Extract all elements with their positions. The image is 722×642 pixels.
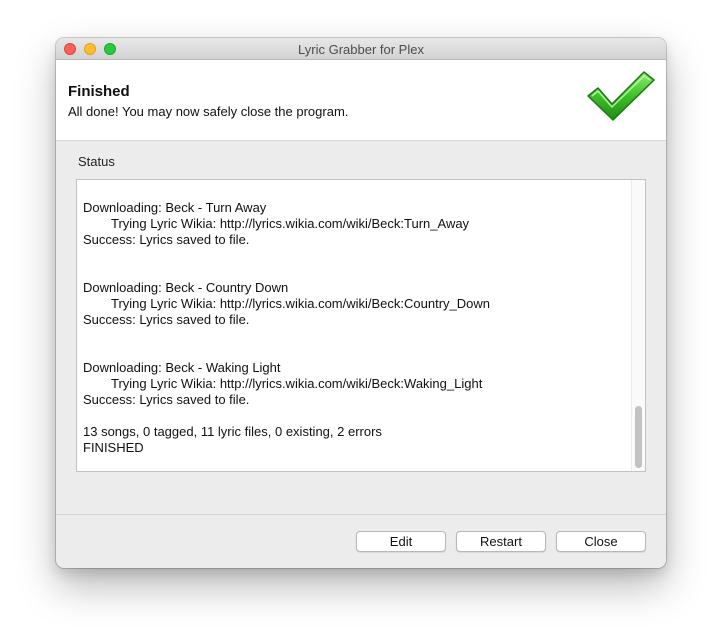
log-line: 13 songs, 0 tagged, 11 lyric files, 0 ex… [83, 424, 382, 439]
header-panel: Finished All done! You may now safely cl… [56, 60, 666, 141]
checkmark-icon [587, 71, 655, 121]
log-line: Trying Lyric Wikia: http://lyrics.wikia.… [111, 376, 483, 391]
log-spacer [83, 408, 629, 424]
log-line: Success: Lyrics saved to file. [83, 232, 250, 247]
title-bar[interactable]: Lyric Grabber for Plex [56, 38, 666, 60]
log-line: FINISHED [83, 440, 144, 455]
log-line: Trying Lyric Wikia: http://lyrics.wikia.… [111, 216, 470, 231]
log-line: Trying Lyric Wikia: http://lyrics.wikia.… [111, 296, 491, 311]
window-title: Lyric Grabber for Plex [298, 42, 424, 57]
log-line: Success: Lyrics saved to file. [83, 312, 250, 327]
close-button[interactable]: Close [556, 531, 646, 552]
footer-divider [56, 514, 666, 515]
log-line: Success: Lyrics saved to file. [83, 392, 250, 407]
log-line: Downloading: Beck - Country Down [83, 280, 289, 295]
page-subtitle: All done! You may now safely close the p… [68, 104, 349, 119]
edit-button[interactable]: Edit [356, 531, 446, 552]
status-log[interactable]: Downloading: Beck - Turn Away Trying Lyri… [76, 179, 646, 472]
log-spacer [83, 328, 629, 360]
log-spacer [83, 248, 629, 280]
status-log-lines: Downloading: Beck - Turn Away Trying Lyri… [83, 200, 629, 456]
status-label: Status [78, 154, 115, 169]
page-title: Finished [68, 83, 130, 100]
log-line: Downloading: Beck - Waking Light [83, 360, 281, 375]
app-window: Lyric Grabber for Plex Finished All done… [56, 38, 666, 568]
log-scrollbar[interactable] [631, 180, 645, 471]
log-line: Downloading: Beck - Turn Away [83, 200, 267, 215]
restart-button[interactable]: Restart [456, 531, 546, 552]
log-scrollbar-thumb[interactable] [635, 406, 642, 468]
